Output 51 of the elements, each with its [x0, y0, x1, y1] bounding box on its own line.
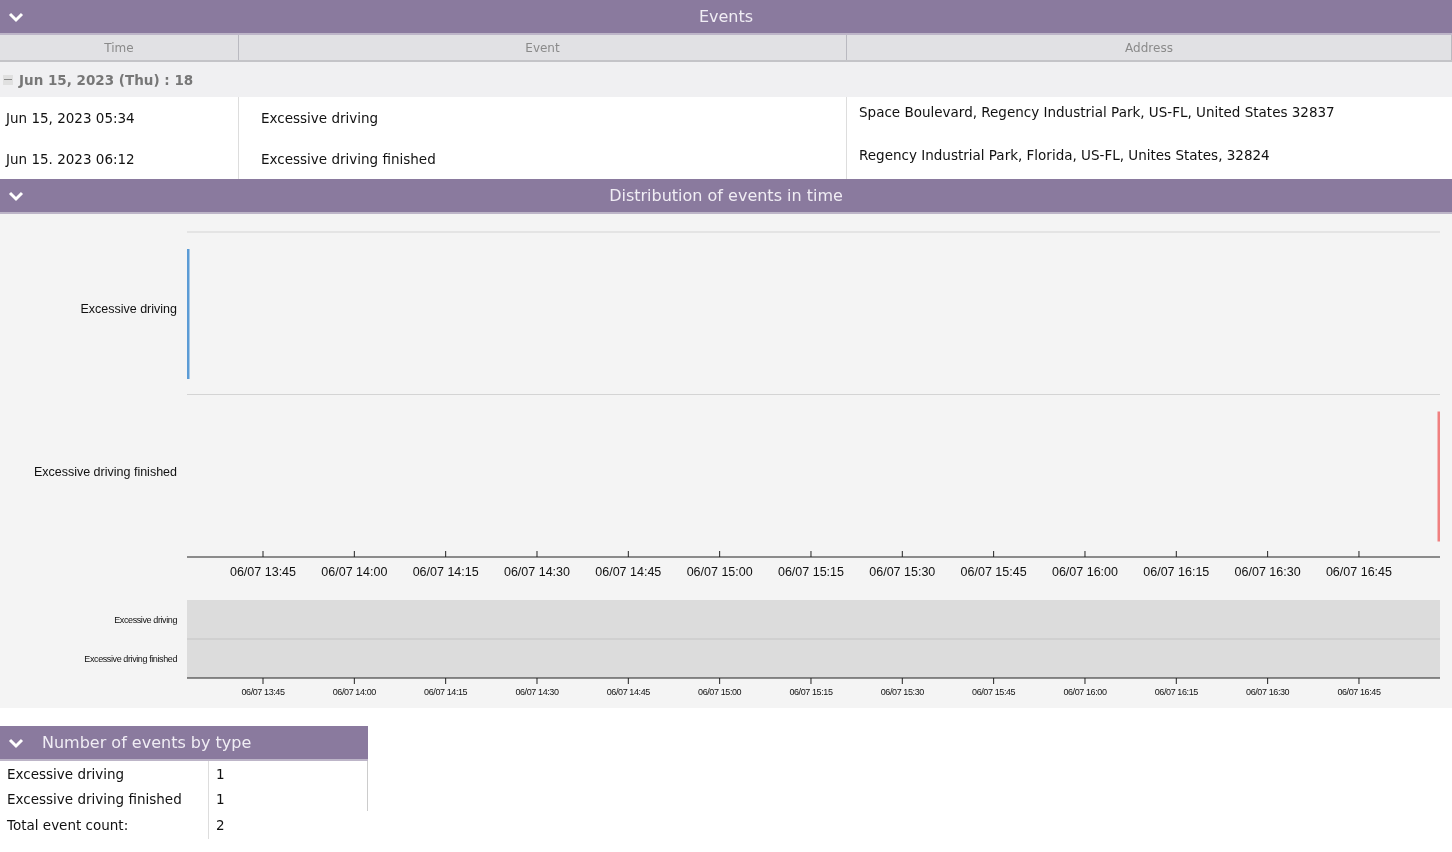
chevron-icon[interactable]	[8, 10, 24, 23]
table-cell-text: 1	[215, 789, 226, 809]
table-cell-text: Space Boulevard, Regency Industrial Park, US-FL, United States 32837	[858, 103, 1336, 122]
column-header[interactable]: Event	[239, 35, 847, 60]
lane-label: Excessive driving	[114, 615, 177, 625]
tick-label: 06/07 14:45	[606, 687, 650, 697]
tick-label: 06/07 14:00	[332, 687, 376, 697]
tick-label: 06/07 15:45	[960, 565, 1027, 579]
tick-label: 06/07 14:15	[412, 565, 479, 579]
tick-label: 06/07 13:45	[241, 687, 285, 697]
tick-label: 06/07 15:15	[777, 565, 844, 579]
tick-label: 06/07 16:45	[1325, 565, 1392, 579]
tick-label: 06/07 14:15	[424, 687, 468, 697]
lane-label: Excessive driving	[80, 302, 177, 317]
panel-title: Distribution of events in time	[608, 186, 844, 205]
panel-title: Number of events by type	[42, 733, 252, 752]
table-cell: Excessive driving	[239, 97, 847, 138]
panel-title: Events	[697, 7, 755, 26]
tick-label: 06/07 14:45	[595, 565, 662, 579]
table-cell: Total event count:	[0, 811, 209, 839]
lane-label: Excessive driving finished	[33, 464, 177, 479]
group-label: Jun 15, 2023 (Thu) : 18	[19, 71, 194, 88]
tick-label: 06/07 15:30	[869, 565, 936, 579]
column-header[interactable]: Address	[847, 35, 1452, 60]
tick-label: 06/07 16:30	[1246, 687, 1290, 697]
table-cell-text: Regency Industrial Park, Florida, US-FL, Unites States, 32824	[858, 146, 1271, 165]
table-cell: Excessive driving	[0, 761, 209, 786]
tick-label: 06/07 16:00	[1051, 565, 1118, 579]
tick-label: 06/07 15:45	[972, 687, 1016, 697]
tick-label: 06/07 16:00	[1063, 687, 1107, 697]
tick-label: 06/07 16:45	[1337, 687, 1381, 697]
chevron-icon[interactable]	[8, 189, 24, 202]
tick-label: 06/07 16:15	[1143, 565, 1210, 579]
tick-label: 06/07 16:30	[1234, 565, 1301, 579]
tick-label: 06/07 15:30	[880, 687, 924, 697]
table-cell-text: 1	[215, 764, 226, 784]
tick-label: 06/07 15:00	[698, 687, 742, 697]
collapse-icon[interactable]	[3, 74, 13, 85]
chevron-icon[interactable]	[8, 736, 24, 749]
table-cell: Excessive driving finished	[0, 786, 209, 811]
table-cell-text: 2	[215, 816, 226, 835]
tick-label: 06/07 15:15	[789, 687, 833, 697]
column-header[interactable]: Time	[0, 35, 239, 60]
tick-label: 06/07 13:45	[230, 565, 296, 579]
tick-label: 06/07 14:30	[503, 565, 570, 579]
tick-label: 06/07 14:00	[321, 565, 388, 579]
tick-label: 06/07 14:30	[515, 687, 559, 697]
tick-label: 06/07 15:00	[686, 565, 753, 579]
table-cell: Jun 15, 2023 05:34	[0, 97, 239, 138]
tick-label: 06/07 16:15	[1154, 687, 1198, 697]
lane-label: Excessive driving finished	[84, 654, 177, 664]
